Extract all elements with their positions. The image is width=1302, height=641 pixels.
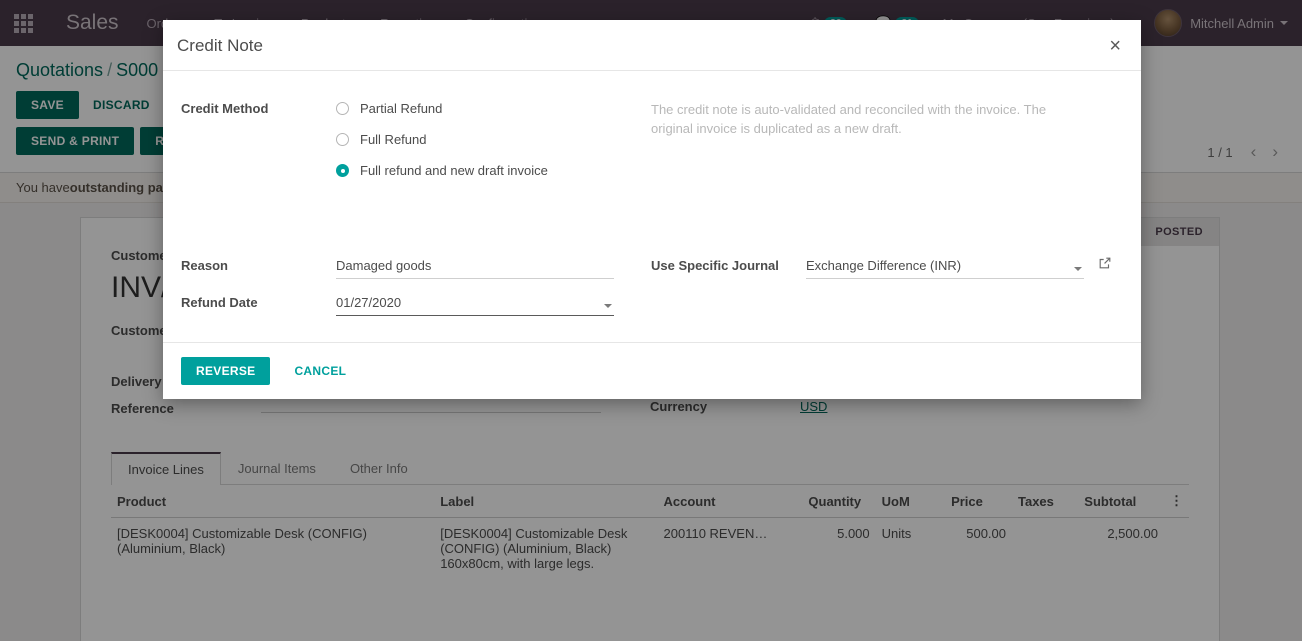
- journal-input-wrap: [806, 256, 1084, 279]
- radio-label-full-refund-new-draft: Full refund and new draft invoice: [360, 163, 548, 178]
- credit-method-field: Credit Method Partial Refund Full Refund: [181, 101, 651, 194]
- credit-method-label: Credit Method: [181, 101, 269, 116]
- refund-date-input[interactable]: [336, 293, 614, 316]
- chevron-down-icon[interactable]: [1074, 267, 1082, 271]
- help-text: The credit note is auto-validated and re…: [651, 102, 1047, 136]
- reason-input-wrap: [336, 256, 614, 279]
- dialog-title: Credit Note: [177, 36, 263, 55]
- credit-method-help: The credit note is auto-validated and re…: [651, 101, 1121, 194]
- external-link-icon[interactable]: [1098, 256, 1112, 273]
- reason-input[interactable]: [336, 256, 614, 279]
- close-icon[interactable]: ×: [1103, 32, 1127, 60]
- reason-row: Reason: [181, 256, 651, 279]
- calendar-dropdown-icon[interactable]: [604, 304, 612, 308]
- journal-input[interactable]: [806, 256, 1084, 279]
- cancel-button[interactable]: CANCEL: [280, 358, 360, 384]
- right-fields: Use Specific Journal: [651, 256, 1121, 316]
- credit-method-options: Partial Refund Full Refund Full refund a…: [336, 101, 548, 194]
- radio-icon: [336, 133, 349, 146]
- credit-note-dialog: Credit Note × Credit Method Partial Refu…: [163, 20, 1141, 399]
- radio-option-partial-refund[interactable]: Partial Refund: [336, 101, 548, 116]
- left-fields: Reason Refund Date: [181, 256, 651, 316]
- radio-label-full-refund: Full Refund: [360, 132, 427, 147]
- radio-label-partial-refund: Partial Refund: [360, 101, 443, 116]
- journal-label: Use Specific Journal: [651, 258, 779, 273]
- refund-date-input-wrap: [336, 293, 614, 316]
- refund-date-row: Refund Date: [181, 293, 651, 316]
- refund-date-label: Refund Date: [181, 295, 258, 310]
- radio-option-full-refund-new-draft[interactable]: Full refund and new draft invoice: [336, 163, 548, 178]
- reason-label: Reason: [181, 258, 228, 273]
- reverse-button[interactable]: REVERSE: [181, 357, 271, 385]
- dialog-fields-row: Reason Refund Date Use Specifi: [181, 256, 1123, 316]
- dialog-footer: REVERSE CANCEL: [163, 342, 1141, 399]
- radio-option-full-refund[interactable]: Full Refund: [336, 132, 548, 147]
- dialog-header: Credit Note ×: [163, 20, 1141, 71]
- radio-icon-selected: [336, 164, 349, 177]
- dialog-body: Credit Method Partial Refund Full Refund: [163, 71, 1141, 342]
- credit-method-row: Credit Method Partial Refund Full Refund: [181, 101, 1123, 194]
- odoo-app-window: Sales Orders To Invoice Products Reporti…: [0, 0, 1302, 641]
- radio-icon: [336, 102, 349, 115]
